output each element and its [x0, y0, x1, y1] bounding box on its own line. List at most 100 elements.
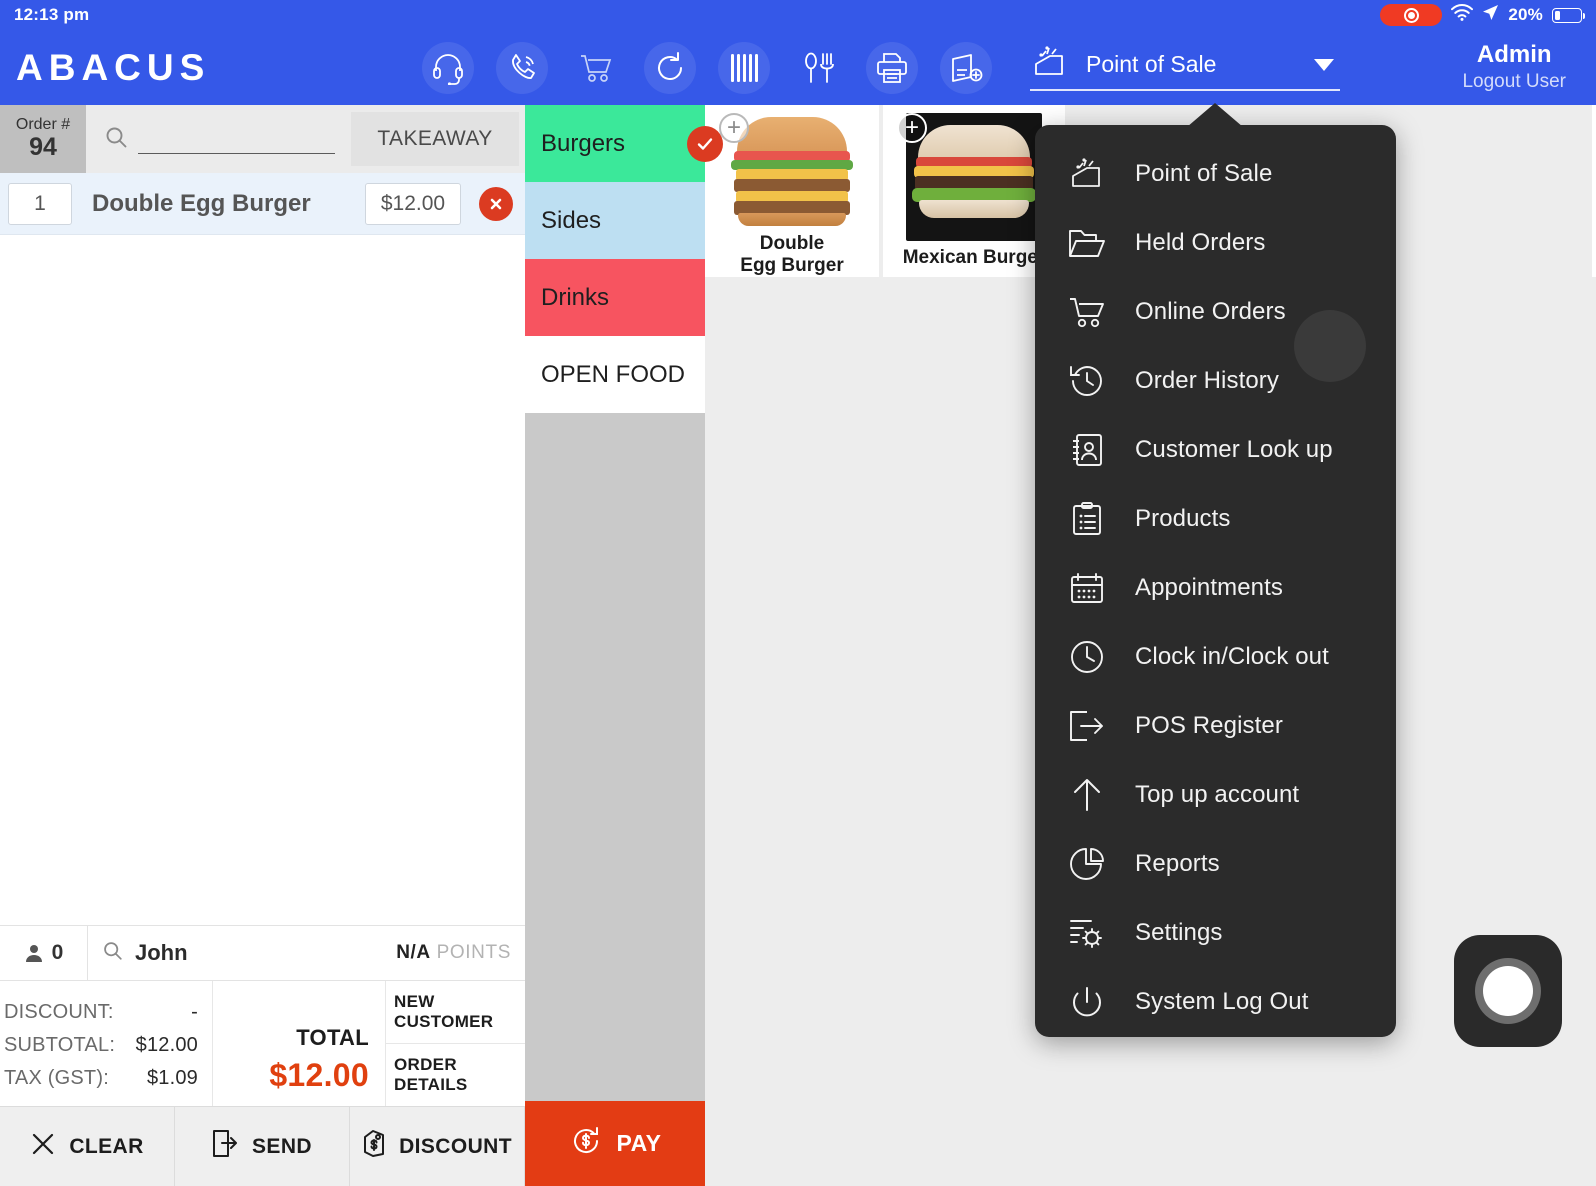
menu-item-label: Products: [1135, 505, 1231, 533]
refresh-icon[interactable]: [644, 42, 696, 94]
headset-icon[interactable]: [422, 42, 474, 94]
total-label: TOTAL: [296, 1025, 369, 1051]
subtotal-value: $12.00: [136, 1034, 198, 1057]
order-line-item[interactable]: 1 Double Egg Burger $12.00: [0, 173, 525, 235]
totals-line: DISCOUNT: -: [4, 1001, 198, 1024]
menu-item-held-orders[interactable]: Held Orders: [1035, 208, 1396, 277]
tax-label: TAX (GST):: [4, 1067, 147, 1090]
menu-item-label: Appointments: [1135, 574, 1283, 602]
printer-icon[interactable]: [866, 42, 918, 94]
line-item-qty[interactable]: 1: [8, 183, 72, 225]
customer-count-value: 0: [52, 941, 64, 965]
order-number-label: Order #: [16, 116, 70, 134]
menu-item-order-history[interactable]: Order History: [1035, 346, 1396, 415]
cutlery-icon[interactable]: [792, 42, 844, 94]
totals-row: DISCOUNT: - SUBTOTAL: $12.00 TAX (GST): …: [0, 981, 525, 1106]
category-item-sides[interactable]: Sides: [525, 182, 705, 259]
menu-item-reports[interactable]: Reports: [1035, 829, 1396, 898]
line-item-delete-button[interactable]: [479, 187, 513, 221]
discount-button[interactable]: DISCOUNT: [350, 1107, 525, 1186]
check-icon: [687, 126, 723, 162]
order-search-area: [86, 105, 351, 173]
new-customer-button[interactable]: NEW CUSTOMER: [386, 981, 525, 1043]
category-item-burgers[interactable]: Burgers: [525, 105, 705, 182]
line-item-name: Double Egg Burger: [92, 190, 365, 218]
menu-item-label: Held Orders: [1135, 229, 1265, 257]
discount-value: -: [191, 1001, 198, 1024]
assistive-touch-button[interactable]: [1454, 935, 1562, 1047]
plus-circle-icon[interactable]: +: [719, 113, 749, 143]
battery-percent: 20%: [1508, 5, 1543, 25]
tax-value: $1.09: [147, 1067, 198, 1090]
mode-selector-value: Point of Sale: [1086, 51, 1298, 78]
power-icon: [1065, 985, 1109, 1019]
menu-item-settings[interactable]: Settings: [1035, 898, 1396, 967]
order-items-list: 1 Double Egg Burger $12.00: [0, 173, 525, 925]
history-clock-icon: [1065, 364, 1109, 398]
menu-item-label: Settings: [1135, 919, 1223, 947]
line-item-price[interactable]: $12.00: [365, 183, 461, 225]
menu-item-label: Point of Sale: [1135, 160, 1272, 188]
menu-item-label: Reports: [1135, 850, 1220, 878]
product-card-double-egg-burger[interactable]: + Double Egg Burger: [705, 105, 879, 277]
discount-button-label: DISCOUNT: [399, 1135, 512, 1159]
shopping-cart-icon[interactable]: [570, 42, 622, 94]
logout-arrow-icon: [1065, 710, 1109, 742]
shopping-cart-icon: [1065, 295, 1109, 329]
search-input[interactable]: [138, 128, 335, 150]
menu-item-system-log-out[interactable]: System Log Out: [1035, 967, 1396, 1036]
record-indicator: [1380, 4, 1442, 26]
customer-search[interactable]: John N/A POINTS: [88, 926, 525, 980]
order-details-button[interactable]: ORDER DETAILS: [386, 1043, 525, 1106]
order-action-bar: CLEAR SEND DISCOUNT: [0, 1106, 525, 1186]
user-account[interactable]: Admin Logout User: [1462, 42, 1566, 93]
menu-item-label: POS Register: [1135, 712, 1283, 740]
customer-row: 0 John N/A POINTS: [0, 925, 525, 981]
plus-circle-icon[interactable]: +: [897, 113, 927, 143]
contact-book-icon: [1065, 433, 1109, 467]
point-of-sale-icon: [1065, 156, 1109, 192]
logout-user-link[interactable]: Logout User: [1462, 71, 1566, 93]
barcode-icon[interactable]: [718, 42, 770, 94]
phone-call-icon[interactable]: [496, 42, 548, 94]
totals-line: TAX (GST): $1.09: [4, 1067, 198, 1090]
clear-button[interactable]: CLEAR: [0, 1107, 175, 1186]
order-number-box: Order # 94: [0, 105, 86, 173]
category-label: Burgers: [541, 130, 625, 158]
menu-pointer-arrow: [1187, 103, 1243, 127]
customer-points-value: N/A: [396, 942, 431, 963]
product-name: Chicken Burger: [1592, 247, 1596, 269]
menu-item-appointments[interactable]: Appointments: [1035, 553, 1396, 622]
folder-open-icon: [1065, 227, 1109, 259]
pay-button[interactable]: PAY: [525, 1101, 705, 1186]
menu-item-customer-look-up[interactable]: Customer Look up: [1035, 415, 1396, 484]
menu-item-point-of-sale[interactable]: Point of Sale: [1035, 139, 1396, 208]
chevron-down-icon[interactable]: [1314, 59, 1334, 71]
assistive-touch-ring: [1475, 958, 1541, 1024]
clipboard-list-icon: [1065, 502, 1109, 536]
menu-item-online-orders[interactable]: Online Orders: [1035, 277, 1396, 346]
category-item-drinks[interactable]: Drinks: [525, 259, 705, 336]
search-icon: [104, 125, 128, 154]
menu-item-products[interactable]: Products: [1035, 484, 1396, 553]
menu-item-clock-in-clock-out[interactable]: Clock in/Clock out: [1035, 622, 1396, 691]
subtotal-label: SUBTOTAL:: [4, 1034, 136, 1057]
add-note-icon[interactable]: [940, 42, 992, 94]
menu-item-label: Clock in/Clock out: [1135, 643, 1329, 671]
order-panel: Order # 94 TAKEAWAY 1 Double Egg Burger …: [0, 105, 525, 1186]
order-type-button[interactable]: TAKEAWAY: [351, 112, 519, 166]
menu-item-top-up-account[interactable]: Top up account: [1035, 760, 1396, 829]
send-button[interactable]: SEND: [175, 1107, 350, 1186]
send-button-label: SEND: [252, 1135, 312, 1159]
category-item-open-food[interactable]: OPEN FOOD: [525, 336, 705, 413]
header-icon-toolbar: [422, 42, 992, 94]
product-card-chicken-burger[interactable]: + Chicken Burger: [1592, 105, 1596, 277]
close-x-icon: [30, 1131, 56, 1163]
menu-item-label: Customer Look up: [1135, 436, 1333, 464]
totals-breakdown: DISCOUNT: - SUBTOTAL: $12.00 TAX (GST): …: [0, 981, 212, 1106]
mode-selector[interactable]: Point of Sale: [1030, 44, 1340, 91]
menu-item-pos-register[interactable]: POS Register: [1035, 691, 1396, 760]
status-right-cluster: 20%: [1380, 4, 1582, 26]
assistive-touch-core: [1483, 966, 1533, 1016]
customer-count[interactable]: 0: [0, 926, 88, 980]
